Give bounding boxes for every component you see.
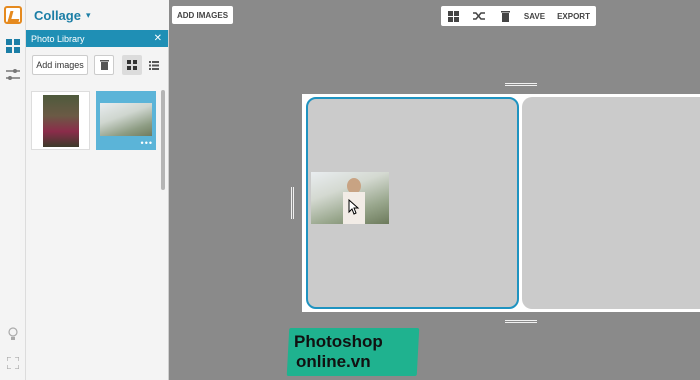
photo-thumbnail[interactable] — [31, 91, 90, 150]
export-button[interactable]: EXPORT — [551, 12, 596, 21]
panel-toolbar: Add images — [26, 47, 168, 83]
grid-view-icon — [127, 60, 137, 70]
grid-layout-icon — [448, 10, 460, 22]
close-icon[interactable]: ✕ — [154, 33, 162, 44]
app-header: Collage ▾ — [26, 0, 169, 30]
shuffle-button[interactable] — [467, 6, 493, 26]
resize-handle-top[interactable] — [505, 83, 537, 86]
delete-button[interactable] — [94, 55, 114, 75]
photo-image — [43, 95, 79, 147]
resize-handle-bottom[interactable] — [505, 320, 537, 323]
list-view-icon — [149, 60, 159, 70]
app-title[interactable]: Collage — [34, 8, 81, 23]
list-view-toggle[interactable] — [144, 55, 164, 75]
watermark-text-line1: Photoshop — [294, 332, 383, 351]
photo-image — [100, 103, 152, 136]
more-options-icon[interactable]: ••• — [141, 138, 153, 148]
dragged-photo[interactable] — [311, 172, 389, 224]
trash-icon — [500, 10, 510, 22]
trash-icon — [99, 60, 109, 70]
photo-library-panel: Photo Library ✕ Add images ••• — [26, 30, 169, 380]
adjust-sliders-icon[interactable] — [5, 67, 21, 83]
panel-header: Photo Library ✕ — [26, 30, 168, 47]
chevron-down-icon[interactable]: ▾ — [86, 10, 91, 21]
cursor-icon — [348, 199, 360, 215]
shuffle-icon — [473, 12, 486, 20]
fullscreen-icon[interactable] — [5, 355, 21, 371]
collage-cell[interactable] — [522, 97, 700, 309]
add-images-button[interactable]: Add images — [32, 55, 88, 75]
resize-handle-left[interactable] — [291, 187, 294, 219]
photo-thumbnail-selected[interactable]: ••• — [96, 91, 156, 150]
app-logo-icon[interactable] — [4, 6, 22, 24]
lightbulb-icon[interactable] — [5, 326, 21, 342]
grid-view-toggle[interactable] — [122, 55, 142, 75]
scrollbar[interactable] — [161, 90, 165, 190]
left-rail — [0, 0, 26, 380]
save-button[interactable]: SAVE — [518, 12, 551, 21]
layout-grid-icon[interactable] — [5, 38, 21, 54]
add-images-top-button[interactable]: ADD IMAGES — [172, 6, 233, 24]
panel-title: Photo Library — [31, 33, 85, 44]
watermark-text-line2: online.vn — [296, 352, 371, 371]
canvas-toolbar: SAVE EXPORT — [441, 6, 596, 26]
delete-layout-button[interactable] — [492, 6, 518, 26]
grid-layout-button[interactable] — [441, 6, 467, 26]
